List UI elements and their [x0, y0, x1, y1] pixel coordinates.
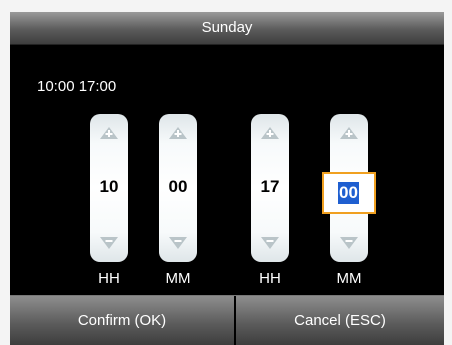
- end-hour-unit: HH: [259, 270, 281, 287]
- cancel-button[interactable]: Cancel (ESC): [236, 296, 444, 345]
- button-bar: Confirm (OK) Cancel (ESC): [10, 295, 444, 345]
- window-title: Sunday: [10, 12, 444, 45]
- triangle-down-icon[interactable]: [260, 236, 280, 250]
- time-setting-screen: Sunday 10:00 17:00 10 00 17 00 HH MM HH …: [10, 12, 444, 345]
- start-hour-unit: HH: [98, 270, 120, 287]
- triangle-up-icon[interactable]: [168, 126, 188, 140]
- start-minute-value: 00: [168, 177, 188, 196]
- start-minute-unit: MM: [165, 270, 191, 287]
- triangle-down-icon[interactable]: [339, 236, 359, 250]
- end-minute-unit: MM: [336, 270, 362, 287]
- confirm-button[interactable]: Confirm (OK): [10, 296, 234, 345]
- triangle-down-icon[interactable]: [99, 236, 119, 250]
- end-minute-value: 00: [338, 182, 359, 204]
- start-hour-value: 10: [99, 177, 119, 196]
- end-minute-input[interactable]: 00: [322, 172, 376, 214]
- triangle-up-icon[interactable]: [260, 126, 280, 140]
- triangle-down-icon[interactable]: [168, 236, 188, 250]
- triangle-up-icon[interactable]: [99, 126, 119, 140]
- triangle-up-icon[interactable]: [339, 126, 359, 140]
- end-hour-value: 17: [260, 177, 280, 196]
- start-minute-spinner[interactable]: 00: [159, 114, 197, 262]
- end-hour-spinner[interactable]: 17: [251, 114, 289, 262]
- start-hour-spinner[interactable]: 10: [90, 114, 128, 262]
- time-range-label: 10:00 17:00: [37, 78, 117, 95]
